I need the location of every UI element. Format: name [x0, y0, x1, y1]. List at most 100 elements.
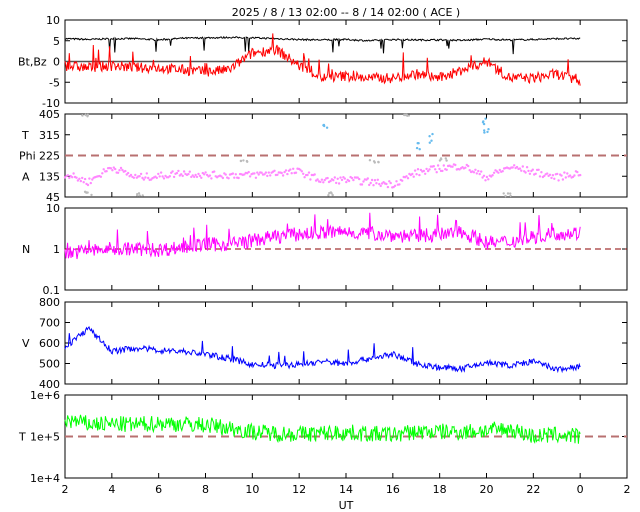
data-point: [306, 173, 309, 177]
data-point: [579, 173, 582, 177]
data-point: [557, 179, 560, 182]
data-point: [292, 167, 295, 170]
data-point: [138, 175, 141, 178]
data-point: [464, 166, 467, 169]
data-point: [83, 177, 87, 181]
data-point: [431, 132, 434, 136]
data-point: [111, 169, 114, 172]
data-point: [546, 172, 549, 175]
data-point: [487, 128, 490, 131]
data-point: [269, 174, 272, 177]
x-tick-label: 20: [480, 483, 494, 496]
data-point: [366, 177, 369, 180]
data-point: [375, 182, 378, 185]
data-point: [511, 166, 514, 169]
data-point: [434, 168, 437, 171]
data-point: [245, 159, 249, 163]
data-point: [480, 170, 483, 173]
data-point: [389, 181, 392, 185]
data-point: [454, 163, 457, 167]
data-point: [506, 192, 510, 195]
data-point: [200, 176, 203, 179]
data-point: [415, 173, 418, 176]
data-point: [126, 171, 130, 175]
data-point: [213, 170, 216, 173]
x-tick-label: 14: [339, 483, 353, 496]
data-point: [441, 169, 444, 173]
data-point: [234, 173, 237, 176]
data-point: [540, 171, 543, 174]
data-point: [158, 175, 161, 178]
data-point: [175, 171, 179, 175]
data-point: [413, 169, 417, 172]
data-point: [132, 176, 136, 179]
data-point: [398, 183, 401, 186]
data-point: [231, 172, 235, 175]
data-point: [395, 180, 398, 183]
x-tick-label: 12: [292, 483, 306, 496]
data-point: [501, 170, 504, 173]
data-point: [568, 174, 572, 177]
x-tick-label: 0: [577, 483, 584, 496]
data-point: [401, 179, 404, 182]
data-point: [415, 146, 419, 150]
data-point: [105, 170, 108, 173]
x-tick-label: 2: [624, 483, 631, 496]
data-point: [289, 168, 292, 171]
data-point: [445, 159, 448, 162]
series-n-line: [64, 212, 581, 260]
data-point: [138, 194, 141, 197]
data-point: [564, 176, 567, 179]
data-point: [474, 168, 477, 171]
data-point: [331, 193, 334, 197]
y-tick-label: 315: [39, 129, 60, 142]
y-tick-label: 600: [39, 337, 60, 350]
data-point: [239, 159, 243, 163]
data-point: [337, 182, 341, 185]
data-point: [372, 184, 375, 187]
data-point: [451, 165, 454, 168]
panel-mag: 1050-5-10Bt,Bz: [18, 14, 628, 110]
data-point: [322, 123, 326, 127]
data-point: [332, 179, 335, 182]
data-point: [210, 177, 213, 180]
y-tick-label: -5: [49, 76, 60, 89]
data-point: [491, 174, 494, 177]
data-point: [119, 166, 123, 170]
data-point: [370, 178, 374, 182]
data-point: [478, 172, 481, 176]
data-point: [432, 165, 435, 168]
data-point: [369, 181, 372, 185]
data-point: [168, 175, 171, 178]
data-point: [350, 176, 354, 180]
data-point: [86, 183, 90, 187]
data-point: [72, 172, 75, 175]
data-point: [440, 158, 443, 161]
data-point: [325, 126, 329, 129]
data-point: [335, 181, 338, 185]
y-tick-label: 800: [39, 296, 60, 309]
data-point: [485, 175, 489, 179]
panel-density: 1010.1N: [22, 202, 628, 297]
data-point: [86, 113, 90, 117]
data-point: [563, 171, 566, 174]
y-tick-label: 700: [39, 317, 60, 330]
data-point: [483, 129, 486, 132]
data-point: [294, 171, 298, 174]
y-axis-label: V: [22, 337, 30, 350]
y-tick-label: 1e+5: [30, 431, 60, 444]
data-point: [405, 175, 408, 178]
y-axis-label: T: [18, 431, 26, 444]
data-point: [385, 182, 388, 186]
data-point: [492, 171, 496, 174]
data-point: [520, 169, 523, 172]
data-point: [527, 169, 530, 173]
data-point: [79, 179, 83, 183]
x-tick-label: 10: [245, 483, 259, 496]
panel-phi: 40531522513545TPhiA: [19, 108, 628, 204]
y-tick-label: 1: [53, 243, 60, 256]
data-point: [290, 172, 293, 175]
data-point: [477, 169, 480, 173]
data-point: [90, 193, 93, 197]
data-point: [445, 168, 448, 171]
